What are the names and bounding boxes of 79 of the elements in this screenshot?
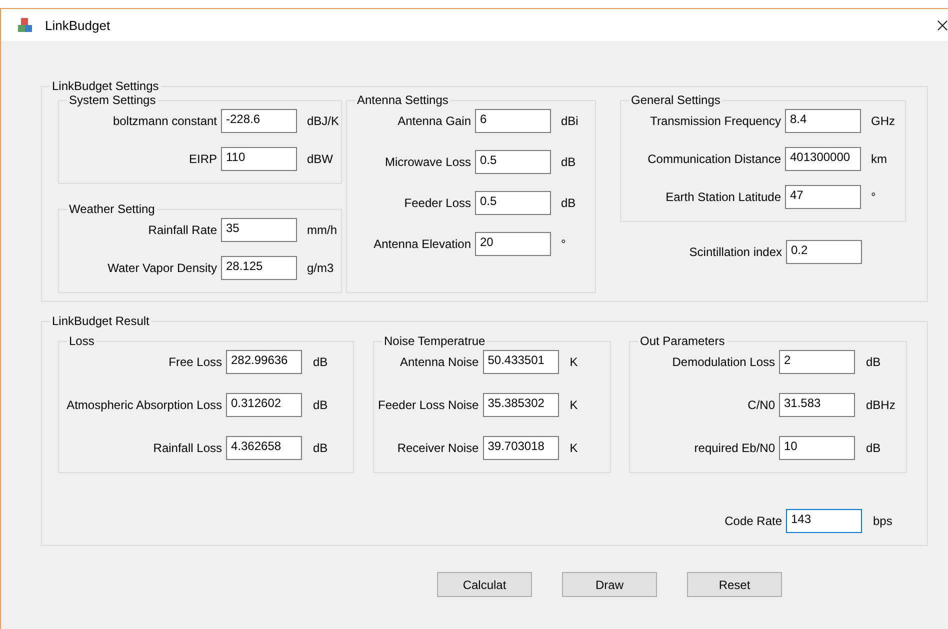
unit-label: dB xyxy=(560,196,577,210)
unit-label: dB xyxy=(865,355,882,369)
field-label: Communication Distance xyxy=(646,152,781,166)
input-field[interactable]: 35.385302 xyxy=(482,393,559,417)
section-title: LinkBudget Settings xyxy=(51,79,160,93)
field-label: Transmission Frequency xyxy=(649,114,781,128)
input-field[interactable]: 0.5 xyxy=(475,150,551,174)
field-label: Rainfall Rate xyxy=(147,223,217,237)
unit-label: K xyxy=(568,398,579,412)
field-label: Feeder Loss xyxy=(403,196,471,210)
input-field[interactable]: 35 xyxy=(221,218,297,242)
field-label: Microwave Loss xyxy=(384,155,471,169)
input-field[interactable]: 282.99636 xyxy=(226,350,302,374)
field-label: Earth Station Latitude xyxy=(664,190,781,204)
input-field[interactable]: -228.6 xyxy=(221,109,297,133)
input-field[interactable]: 0.312602 xyxy=(226,393,302,417)
action-button[interactable]: Reset xyxy=(687,572,782,597)
input-field[interactable]: 28.125 xyxy=(221,256,297,280)
field-label: Scintillation index xyxy=(688,245,782,259)
field-label: Receiver Noise xyxy=(396,441,479,455)
unit-label: dB xyxy=(865,441,882,455)
field-label: Antenna Elevation xyxy=(372,237,471,251)
unit-label: dBHz xyxy=(865,398,896,412)
field-label: C/N0 xyxy=(746,398,775,412)
unit-label: dB xyxy=(312,355,329,369)
input-field[interactable]: 0.2 xyxy=(786,240,862,264)
unit-label: km xyxy=(870,152,888,166)
unit-label: ° xyxy=(870,190,877,204)
unit-label: mm/h xyxy=(306,223,335,237)
section-title: LinkBudget Result xyxy=(51,314,150,328)
input-field[interactable]: 10 xyxy=(779,436,855,460)
group-title: Antenna Settings xyxy=(356,93,450,107)
input-field[interactable]: 143 xyxy=(786,509,862,533)
unit-label: ° xyxy=(560,237,567,251)
input-field[interactable]: 110 xyxy=(221,147,297,171)
unit-label: g/m3 xyxy=(306,261,335,275)
group-title: Out Parameters xyxy=(639,334,726,348)
field-label: Demodulation Loss xyxy=(671,355,775,369)
input-field[interactable]: 47 xyxy=(785,185,861,209)
unit-label: dBW xyxy=(306,152,334,166)
field-label: Atmospheric Absorption Loss xyxy=(66,398,222,412)
unit-label: K xyxy=(568,355,579,369)
field-label: Water Vapor Density xyxy=(106,261,217,275)
input-field[interactable]: 31.583 xyxy=(779,393,855,417)
field-label: Code Rate xyxy=(724,514,782,528)
unit-label: dB xyxy=(312,398,329,412)
group-title: System Settings xyxy=(68,93,157,107)
field-label: Free Loss xyxy=(168,355,222,369)
group-title: General Settings xyxy=(630,93,722,107)
input-field[interactable]: 39.703018 xyxy=(482,436,559,460)
unit-label: dB xyxy=(560,155,577,169)
field-label: EIRP xyxy=(188,152,217,166)
unit-label: dBi xyxy=(560,114,580,128)
input-field[interactable]: 401300000 xyxy=(785,147,861,171)
unit-label: GHz xyxy=(870,114,896,128)
unit-label: K xyxy=(568,441,579,455)
group-title: Noise Temperatrue xyxy=(383,334,486,348)
input-field[interactable]: 2 xyxy=(779,350,855,374)
field-label: boltzmann constant xyxy=(112,114,217,128)
input-field[interactable]: 8.4 xyxy=(785,109,861,133)
input-field[interactable]: 0.5 xyxy=(475,191,551,215)
field-label: Antenna Gain xyxy=(396,114,471,128)
unit-label: dB xyxy=(312,441,329,455)
input-field[interactable]: 4.362658 xyxy=(226,436,302,460)
cubes-icon xyxy=(17,17,33,33)
window-title: LinkBudget xyxy=(45,18,110,32)
field-label: required Eb/N0 xyxy=(693,441,775,455)
input-field[interactable]: 20 xyxy=(475,232,551,256)
group-title: Weather Setting xyxy=(68,202,156,216)
input-field[interactable]: 50.433501 xyxy=(482,350,559,374)
close-icon[interactable] xyxy=(937,20,948,30)
field-label: Antenna Noise xyxy=(398,355,479,369)
field-label: Rainfall Loss xyxy=(152,441,222,455)
field-label: Feeder Loss Noise xyxy=(378,398,479,412)
input-field[interactable]: 6 xyxy=(475,109,551,133)
unit-label: bps xyxy=(872,514,894,528)
action-button[interactable]: Calculat xyxy=(437,572,532,597)
action-button[interactable]: Draw xyxy=(562,572,657,597)
group-title: Loss xyxy=(68,334,96,348)
